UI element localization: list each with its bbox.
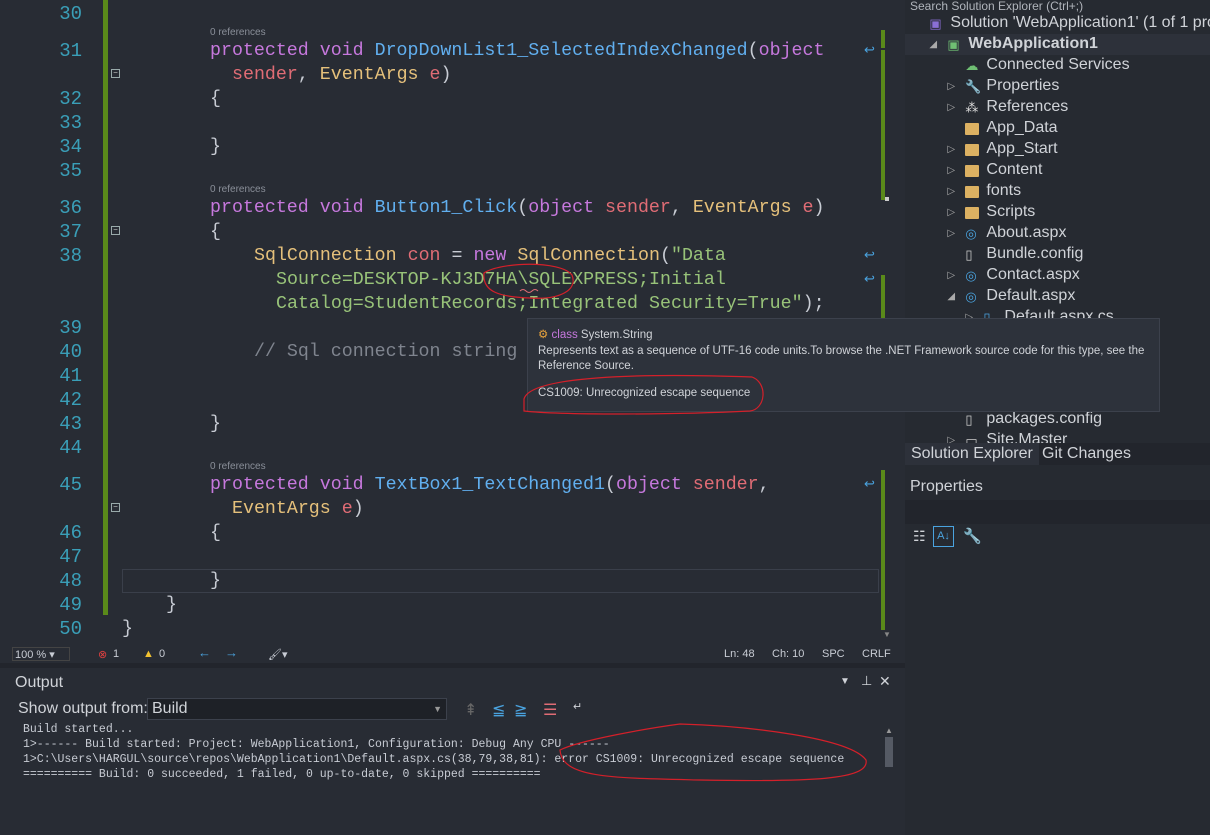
output-source-value: Build [152,700,188,717]
tree-item[interactable]: Content [986,161,1042,179]
collapse-arrow-icon[interactable]: ◢ [929,39,937,50]
class-icon: ⚙ [538,329,549,341]
chevron-down-icon: ▼ [433,704,442,714]
folder-icon [965,144,980,156]
solution-icon: ▣ [929,16,942,31]
tooltip-kind: class [551,329,578,341]
master-file-icon: ▭ [965,433,978,443]
tree-item[interactable]: References [986,98,1068,116]
tab-solution-explorer[interactable]: Solution Explorer [905,443,1039,465]
properties-object-selector[interactable] [905,500,1210,524]
web-project-icon: ▣ [947,37,960,52]
folder-icon [965,123,980,135]
panel-menu-icon[interactable]: ▼ [840,676,850,687]
categorized-icon[interactable]: ☷ [913,528,926,545]
expand-arrow-icon[interactable]: ▷ [947,207,955,218]
indent-mode[interactable]: SPC [822,648,845,660]
alphabetical-icon[interactable]: A↓ [933,526,954,547]
output-title: Output [15,674,64,691]
column-number: Ch: 10 [772,648,805,660]
expand-arrow-icon[interactable]: ▷ [947,81,955,92]
tree-item[interactable]: Scripts [986,203,1035,221]
expand-arrow-icon[interactable]: ▷ [947,270,955,281]
line-ending[interactable]: CRLF [862,648,891,660]
tree-item[interactable]: Default.aspx [986,287,1075,305]
config-file-icon: ▯ [965,412,973,427]
config-file-icon: ▯ [965,247,973,262]
close-icon[interactable]: ✕ [879,673,891,690]
go-to-message-icon[interactable]: ⇞ [464,700,477,720]
red-annotation-output [559,723,867,782]
previous-message-icon[interactable]: ≦ [492,700,505,720]
tree-item[interactable]: Properties [986,77,1059,95]
line-number: Ln: 48 [724,648,755,660]
quick-info-tooltip: ⚙ class System.String Represents text as… [523,318,1160,415]
folder-icon [965,165,980,177]
tree-item[interactable]: WebApplication1 [968,35,1098,53]
expand-arrow-icon[interactable]: ▷ [947,102,955,113]
clear-all-icon[interactable]: ☰ [543,700,557,720]
tree-item[interactable]: fonts [986,182,1021,200]
tree-item[interactable]: Connected Services [986,56,1129,74]
tree-item[interactable]: Site.Master [986,431,1067,443]
solution-explorer-tabs: Solution Explorer Git Changes [905,443,1210,465]
zoom-value: 100 % [15,649,47,661]
aspx-file-icon: ◎ [965,268,977,283]
error-count[interactable]: 1 [113,648,119,660]
navigate-forward-icon[interactable]: → [225,645,238,660]
zoom-dropdown[interactable]: 100 % ▾ [12,647,70,661]
pin-icon[interactable]: ⊥ [861,673,872,689]
expand-arrow-icon[interactable]: ▷ [947,144,955,155]
aspx-file-icon: ◎ [965,226,977,241]
tree-item[interactable]: Bundle.config [986,245,1083,263]
tree-item[interactable]: Solution 'WebApplication1' (1 of 1 proje… [950,14,1210,32]
folder-icon [965,207,980,219]
collapse-arrow-icon[interactable]: ◢ [947,291,955,302]
tooltip-description: Represents text as a sequence of UTF-16 … [538,345,1145,372]
expand-arrow-icon[interactable]: ▷ [947,228,955,239]
output-source-dropdown[interactable]: Build ▼ [147,698,447,720]
tree-item[interactable]: App_Start [986,140,1057,158]
expand-arrow-icon[interactable]: ▷ [947,165,955,176]
references-icon: ⁂ [965,100,979,115]
next-message-icon[interactable]: ≧ [514,700,527,720]
error-icon[interactable]: ⊗ [98,648,107,661]
output-scrollbar[interactable]: ▲ [883,726,895,796]
navigate-back-icon[interactable]: ← [198,645,211,660]
tree-item[interactable]: App_Data [986,119,1057,137]
expand-arrow-icon[interactable]: ▷ [947,435,955,443]
tooltip-type: System.String [580,329,653,341]
red-annotation-tooltip [523,374,764,415]
tab-git-changes[interactable]: Git Changes [1036,443,1137,465]
properties-title: Properties [910,478,983,495]
word-wrap-icon[interactable]: ↵ [573,700,582,713]
folder-icon [965,186,980,198]
properties-panel: Properties ☷ A↓ 🔧 [905,470,1210,835]
tree-item[interactable]: Contact.aspx [986,266,1079,284]
connected-services-icon: ☁ [965,58,979,73]
editor-status-bar: 100 % ▾ ⊗ 1 ▲ 0 ← → 🖌▾ Ln: 48 Ch: 10 SPC… [0,645,905,663]
property-pages-wrench-icon[interactable]: 🔧 [963,527,982,545]
cleanup-brush-icon[interactable]: 🖌▾ [268,648,288,661]
tree-item[interactable]: About.aspx [986,224,1066,242]
solution-explorer: Search Solution Explorer (Ctrl+;) ▣ Solut… [905,0,1210,835]
warning-count[interactable]: 0 [159,648,165,660]
solution-search-input[interactable]: Search Solution Explorer (Ctrl+;) [910,0,1210,13]
show-output-label: Show output from: [18,700,148,717]
tree-item[interactable]: packages.config [986,410,1102,428]
wrench-icon: 🔧 [965,79,982,94]
expand-arrow-icon[interactable]: ▷ [947,186,955,197]
warning-icon[interactable]: ▲ [143,648,154,660]
aspx-file-icon: ◎ [965,289,977,304]
